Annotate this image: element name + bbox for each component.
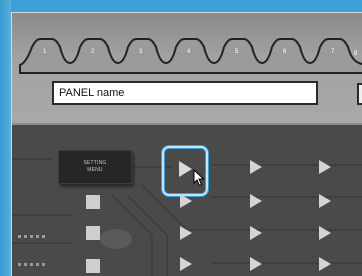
desktop: 1 2 3 4 5 6 7 8 PANEL name SETTING MENU [0, 0, 362, 276]
row-select-square-icon[interactable] [86, 226, 100, 240]
device-panel-window: 1 2 3 4 5 6 7 8 PANEL name SETTING MENU [11, 12, 362, 276]
mouse-cursor-icon [193, 169, 205, 187]
play-triangle-icon[interactable] [180, 226, 192, 240]
setting-menu-label-line2: MENU [87, 167, 103, 173]
row-select-square-icon[interactable] [86, 259, 100, 273]
play-triangle-icon[interactable] [319, 194, 331, 208]
tab-8-label[interactable]: 8 [354, 51, 358, 57]
play-triangle-icon[interactable] [319, 257, 331, 271]
row-select-square-icon[interactable] [86, 195, 100, 209]
setting-menu-button[interactable]: SETTING MENU [58, 150, 132, 184]
play-triangle-icon[interactable] [250, 226, 262, 240]
led-dots-row-2 [18, 253, 52, 266]
panel-name-field[interactable]: PANEL name [52, 81, 318, 105]
setting-menu-label-line1: SETTING [83, 160, 107, 166]
window-frame-left [0, 0, 11, 276]
play-triangle-icon [179, 161, 192, 177]
play-triangle-icon[interactable] [319, 226, 331, 240]
panel-side-button[interactable] [357, 83, 362, 105]
play-triangle-icon[interactable] [250, 160, 262, 174]
play-triangle-icon[interactable] [250, 257, 262, 271]
play-triangle-icon[interactable] [250, 194, 262, 208]
tab-strip-graphic: 1 2 3 4 5 6 7 8 [19, 38, 362, 74]
play-triangle-icon[interactable] [180, 194, 192, 208]
pad-board: SETTING MENU [12, 125, 362, 276]
play-triangle-icon[interactable] [180, 257, 192, 271]
scene-tab-strip: 1 2 3 4 5 6 7 8 [12, 33, 362, 77]
led-dots-row-1 [18, 225, 52, 238]
play-triangle-icon[interactable] [319, 160, 331, 174]
